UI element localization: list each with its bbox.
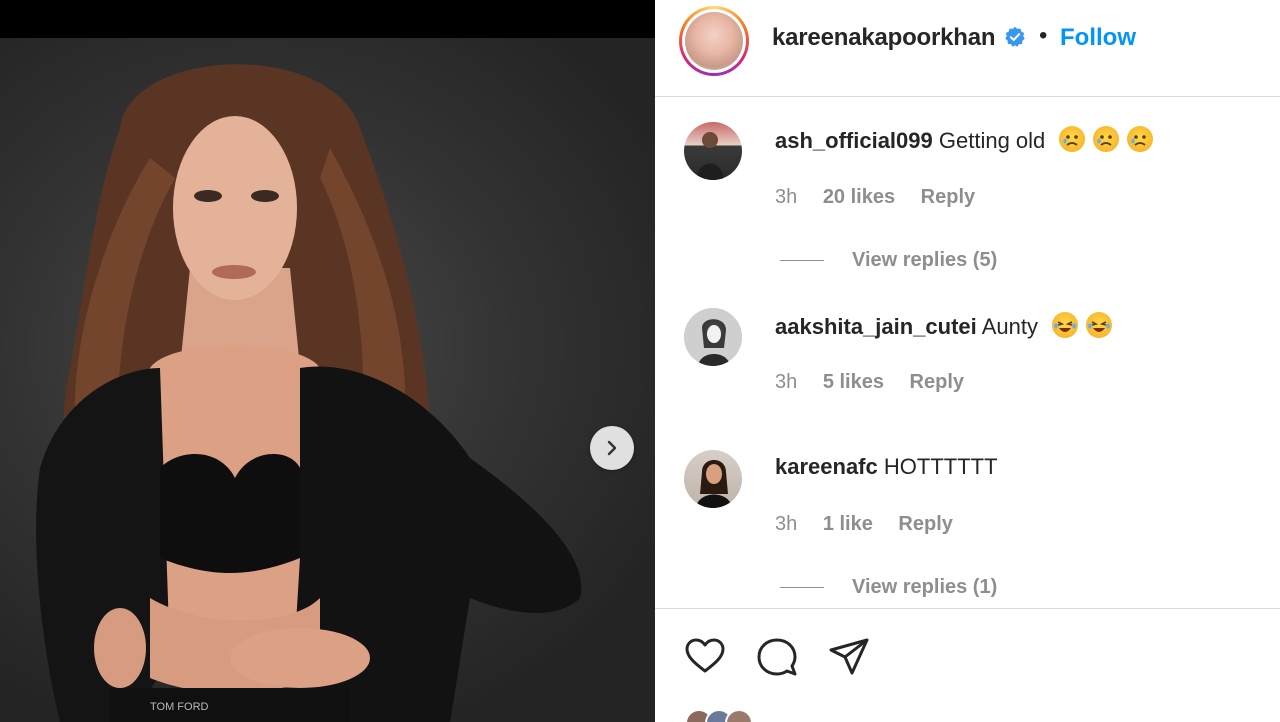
laughing-emoji — [1052, 312, 1079, 338]
commenter-avatar[interactable] — [684, 450, 742, 508]
sad-tear-emoji — [1059, 126, 1086, 152]
comment-time: 3h — [775, 371, 798, 393]
view-replies-label: View replies (5) — [852, 249, 998, 271]
send-icon[interactable] — [827, 635, 871, 679]
comment-likes[interactable]: 1 like — [823, 513, 873, 535]
reply-button[interactable]: Reply — [898, 513, 952, 535]
post-actions-bar — [655, 608, 1280, 722]
svg-text:TOM FORD: TOM FORD — [150, 701, 209, 713]
owner-username[interactable]: kareenakapoorkhan — [772, 24, 996, 52]
laughing-emoji — [1086, 312, 1113, 338]
owner-avatar[interactable] — [679, 6, 749, 76]
view-replies-label: View replies (1) — [852, 576, 998, 598]
replies-divider — [780, 587, 824, 589]
sad-tear-emoji — [1127, 126, 1154, 152]
chevron-right-icon — [607, 440, 617, 456]
reply-button[interactable]: Reply — [921, 186, 975, 208]
comment-likes[interactable]: 20 likes — [823, 186, 895, 208]
comment-username[interactable]: kareenafc — [775, 454, 878, 479]
post-header: kareenakapoorkhan • Follow — [655, 0, 1280, 97]
comment-username[interactable]: ash_official099 — [775, 128, 933, 153]
view-replies-button[interactable]: View replies (1) — [780, 576, 997, 599]
verified-badge-icon — [1005, 26, 1025, 47]
comments-list: ash_official099 Getting old 3h 20 likes … — [655, 98, 1280, 608]
post-media: TOM FORD — [0, 0, 655, 722]
follow-button[interactable]: Follow — [1060, 24, 1136, 52]
post-photo: TOM FORD — [0, 38, 655, 722]
comment-time: 3h — [775, 513, 798, 535]
liker-avatar — [725, 709, 753, 722]
comment-text: Getting old — [938, 128, 1046, 153]
comment-icon[interactable] — [755, 635, 799, 679]
sad-tear-emoji — [1093, 126, 1120, 152]
view-replies-button[interactable]: View replies (5) — [780, 249, 997, 272]
heart-icon[interactable] — [683, 635, 727, 679]
comment-text: HOTTTTTT — [883, 454, 998, 479]
replies-divider — [780, 260, 824, 262]
header-separator: • — [1039, 22, 1048, 49]
comment-username[interactable]: aakshita_jain_cutei — [775, 314, 977, 339]
commenter-avatar[interactable] — [684, 308, 742, 366]
woman-portrait-photo: TOM FORD — [36, 64, 582, 722]
reply-button[interactable]: Reply — [910, 371, 964, 393]
media-top-bar — [0, 0, 655, 38]
next-photo-button[interactable] — [590, 426, 634, 470]
comment-text: Aunty — [981, 314, 1038, 339]
comment-time: 3h — [775, 186, 798, 208]
commenter-avatar[interactable] — [684, 122, 742, 180]
comment-likes[interactable]: 5 likes — [823, 371, 884, 393]
post-side-panel: kareenakapoorkhan • Follow ash_official0… — [655, 0, 1280, 722]
